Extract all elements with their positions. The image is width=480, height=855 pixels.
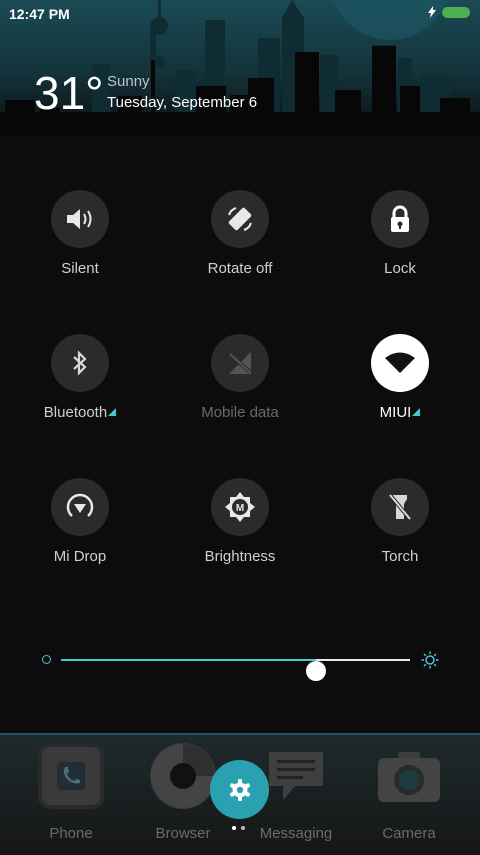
settings-button[interactable] [210, 760, 269, 819]
toggle-wifi[interactable]: MIUI [320, 334, 480, 421]
dock-label-messaging: Messaging [259, 825, 333, 842]
auto-brightness-icon: M [225, 492, 255, 522]
torch-label: Torch [381, 548, 419, 565]
mobile-data-label: Mobile data [201, 404, 279, 421]
rotate-button[interactable] [211, 190, 269, 248]
battery-icon [442, 6, 470, 18]
toggle-mobile-data[interactable]: Mobile data [160, 334, 320, 421]
temperature: 31° [34, 67, 104, 119]
brightness-max-icon [421, 651, 439, 669]
toggle-bluetooth[interactable]: Bluetooth [0, 334, 160, 421]
speaker-icon [67, 209, 92, 229]
camera-glyph-icon [378, 752, 440, 802]
svg-text:M: M [236, 503, 244, 514]
toggle-silent[interactable]: Silent [0, 190, 160, 277]
weather-condition: Sunny [107, 73, 150, 90]
page-dot [241, 826, 245, 830]
wifi-button[interactable] [371, 334, 429, 392]
rotate-label: Rotate off [207, 260, 273, 277]
rotate-icon [228, 207, 252, 231]
chat-bubble-icon [269, 752, 323, 800]
dock-label-phone: Phone [49, 825, 93, 842]
status-time: 12:47 PM [9, 6, 70, 22]
silent-button[interactable] [51, 190, 109, 248]
brightness-min-icon [42, 655, 51, 664]
torch-button[interactable] [371, 478, 429, 536]
handset-glyph-icon [57, 762, 85, 790]
bluetooth-label-row: Bluetooth [0, 404, 160, 421]
gear-icon [229, 778, 250, 801]
browser-icon[interactable] [150, 743, 216, 809]
brightness-slider-thumb[interactable] [305, 661, 326, 681]
camera-icon[interactable] [376, 743, 442, 809]
midrop-icon [66, 493, 94, 517]
brightness-label: Brightness [204, 548, 276, 565]
brightness-slider-fill [61, 659, 316, 661]
dock-app-camera[interactable]: Camera [359, 743, 459, 842]
charging-icon [428, 6, 436, 18]
toggle-midrop[interactable]: Mi Drop [0, 478, 160, 565]
page-indicator [232, 826, 245, 830]
silent-label: Silent [61, 260, 99, 277]
toggle-torch[interactable]: Torch [320, 478, 480, 565]
mobile-data-off-icon [228, 352, 252, 374]
status-icons [428, 6, 470, 18]
torch-icon [388, 493, 412, 521]
browser-glyph-icon [151, 744, 215, 808]
dock-label-camera: Camera [382, 825, 436, 842]
lock-icon [391, 205, 409, 232]
expand-indicator-icon[interactable] [412, 408, 421, 416]
midrop-label: Mi Drop [53, 548, 107, 565]
weather-date[interactable]: Tuesday, September 6 [107, 94, 257, 111]
toggle-lock[interactable]: Lock [320, 190, 480, 277]
wifi-label-row: MIUI [320, 404, 480, 421]
lock-label: Lock [384, 260, 416, 277]
bluetooth-icon [73, 350, 87, 376]
weather-header: 12:47 PM 31° Sunny Tuesday, September 6 [0, 0, 480, 135]
bluetooth-button[interactable] [51, 334, 109, 392]
brightness-button[interactable]: M [211, 478, 269, 536]
wifi-label: MIUI [379, 404, 412, 421]
page-dot-active [232, 826, 236, 830]
lock-button[interactable] [371, 190, 429, 248]
wifi-icon [385, 352, 415, 373]
brightness-slider-track[interactable] [61, 659, 410, 681]
midrop-button[interactable] [51, 478, 109, 536]
mobile-data-button[interactable] [211, 334, 269, 392]
bluetooth-label: Bluetooth [43, 404, 108, 421]
toggle-brightness[interactable]: M Brightness [160, 478, 320, 565]
expand-indicator-icon[interactable] [108, 408, 117, 416]
phone-icon[interactable] [38, 743, 104, 809]
brightness-slider[interactable] [38, 648, 443, 681]
toggle-rotate[interactable]: Rotate off [160, 190, 320, 277]
messaging-icon[interactable] [263, 743, 329, 809]
dock-label-browser: Browser [155, 825, 211, 842]
dock-app-phone[interactable]: Phone [21, 743, 121, 842]
